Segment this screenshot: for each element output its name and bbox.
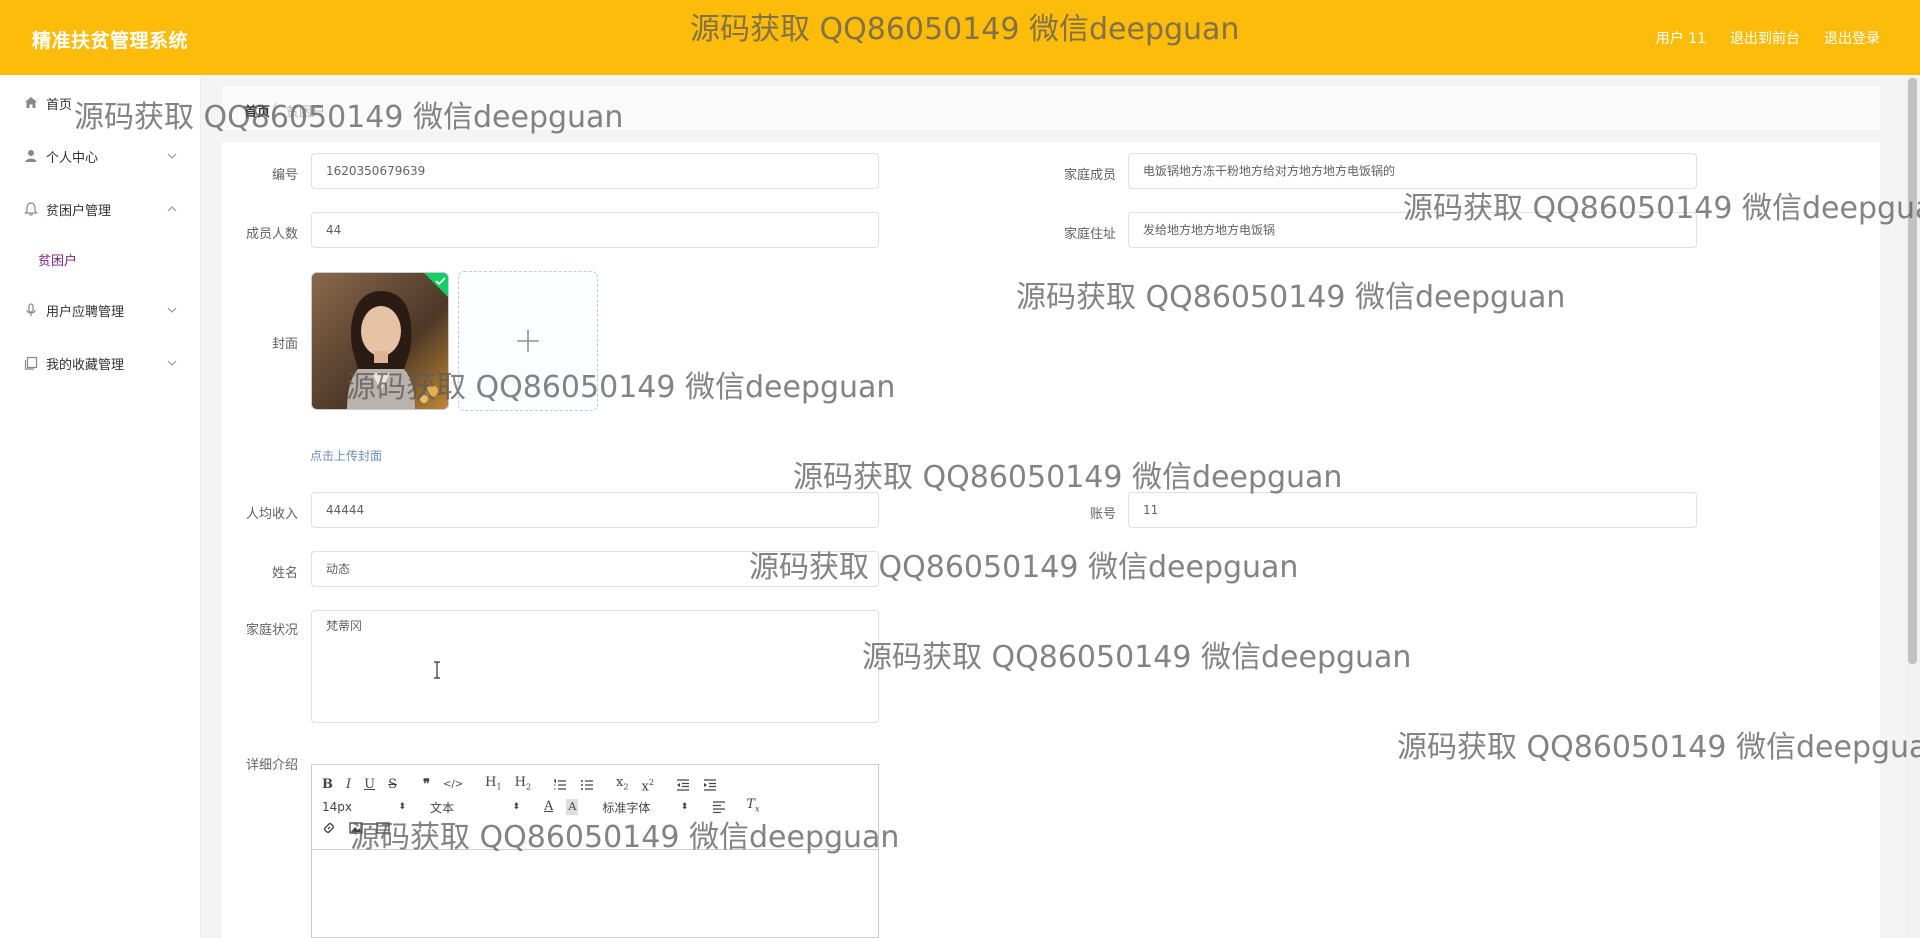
sidebar-item-job-applications[interactable]: 用户应聘管理 <box>0 290 200 330</box>
bullet-list-icon[interactable] <box>580 779 594 791</box>
chevron-down-icon <box>167 153 177 159</box>
breadcrumb-separator: / <box>272 101 277 116</box>
ordered-list-icon[interactable] <box>553 779 567 791</box>
income-input[interactable]: 44444 <box>311 492 879 528</box>
sidebar-item-personal[interactable]: 个人中心 <box>0 136 200 176</box>
page-scrollbar-thumb[interactable] <box>1908 78 1917 664</box>
chevron-down-icon <box>167 360 177 366</box>
select-arrows-icon: ⬍ <box>680 802 689 813</box>
app-title: 精准扶贫管理系统 <box>32 30 189 52</box>
header1-button[interactable]: H1 <box>485 775 501 796</box>
sidebar-item-label: 首页 <box>46 97 73 113</box>
name-label: 姓名 <box>271 566 298 581</box>
family-members-label: 家庭成员 <box>1063 168 1116 183</box>
sidebar-item-favorites[interactable]: 我的收藏管理 <box>0 343 200 383</box>
select-arrows-icon: ⬍ <box>398 802 406 813</box>
editor-toolbar-row1: B I U S ❞ </> H1 H2 x2 x2 <box>322 775 730 796</box>
address-label: 家庭住址 <box>1063 227 1116 242</box>
font-color-icon[interactable]: A <box>544 799 553 815</box>
income-label: 人均收入 <box>245 507 298 522</box>
family-members-input[interactable]: 电饭锅地方冻干粉地方给对方地方地方电饭锅的 <box>1128 153 1697 189</box>
bianhao-input[interactable]: 1620350679639 <box>311 153 879 189</box>
align-icon[interactable] <box>712 801 726 814</box>
header-user-link[interactable]: 用户 11 <box>1656 28 1706 48</box>
header-frontend-link[interactable]: 退出到前台 <box>1730 28 1800 48</box>
blockquote-button[interactable]: ❞ <box>423 777 430 793</box>
cover-thumbnail[interactable] <box>311 272 449 410</box>
member-count-label: 成员人数 <box>245 227 298 242</box>
cover-upload-button[interactable] <box>458 271 598 411</box>
sidebar: 首页 个人中心 贫困户管理 贫困户 用户应聘管理 我的收藏管理 <box>0 75 201 938</box>
italic-button[interactable]: I <box>346 777 351 793</box>
plus-icon <box>517 330 539 352</box>
home-icon <box>25 97 37 108</box>
breadcrumb: 首页 / 贫困户 <box>222 86 1880 130</box>
breadcrumb-current: 贫困户 <box>286 105 326 120</box>
background-color-icon[interactable]: A <box>566 799 579 816</box>
copy-icon <box>24 356 38 370</box>
underline-button[interactable]: U <box>364 777 375 793</box>
bell-icon <box>24 202 38 216</box>
sidebar-item-home[interactable]: 首页 <box>0 83 200 123</box>
address-input[interactable]: 发给地方地方地方电饭锅 <box>1128 212 1697 248</box>
cover-image <box>312 273 448 409</box>
strike-button[interactable]: S <box>388 777 397 793</box>
header2-button[interactable]: H2 <box>515 775 531 796</box>
font-size-select[interactable]: 14px ⬍ <box>322 800 406 814</box>
editor-content-area[interactable] <box>312 849 878 938</box>
bold-button[interactable]: B <box>322 777 333 793</box>
details-label: 详细介绍 <box>245 758 298 773</box>
sidebar-subitem-poor-household[interactable]: 贫困户 <box>0 241 200 277</box>
sidebar-item-poor-households[interactable]: 贫困户管理 <box>0 189 200 229</box>
paragraph-select[interactable]: 文本 ⬍ <box>430 799 520 816</box>
indent-icon[interactable] <box>703 779 717 791</box>
breadcrumb-home[interactable]: 首页 <box>244 101 270 120</box>
sidebar-item-label: 贫困户管理 <box>46 203 112 219</box>
image-icon[interactable] <box>349 821 363 835</box>
chevron-up-icon <box>167 206 177 212</box>
microphone-icon <box>26 303 36 316</box>
user-icon <box>25 150 37 162</box>
select-arrows-icon: ⬍ <box>512 802 520 813</box>
superscript-button[interactable]: x2 <box>641 775 653 795</box>
sidebar-item-label: 用户应聘管理 <box>46 304 125 320</box>
sidebar-subitem-label: 贫困户 <box>38 253 78 269</box>
link-icon[interactable] <box>322 821 336 835</box>
member-count-input[interactable]: 44 <box>311 212 879 248</box>
font-size-value: 14px <box>322 800 352 815</box>
account-input[interactable]: 11 <box>1128 492 1697 528</box>
sidebar-item-label: 个人中心 <box>46 150 99 166</box>
chevron-down-icon <box>167 307 177 313</box>
header-logout-link[interactable]: 退出登录 <box>1824 28 1880 48</box>
video-icon[interactable] <box>376 821 390 835</box>
cover-upload-link[interactable]: 点击上传封面 <box>310 447 382 464</box>
clear-format-icon[interactable]: Tx <box>746 797 759 818</box>
bianhao-label: 编号 <box>271 168 298 183</box>
family-status-label: 家庭状况 <box>245 623 298 638</box>
subscript-button[interactable]: x2 <box>616 775 628 796</box>
header-links: 用户 11 退出到前台 退出登录 <box>1656 28 1880 48</box>
paragraph-value: 文本 <box>430 800 455 815</box>
family-status-textarea[interactable]: 梵蒂冈 <box>311 610 879 723</box>
sidebar-item-label: 我的收藏管理 <box>46 357 125 373</box>
cover-label: 封面 <box>271 337 298 352</box>
account-label: 账号 <box>1089 507 1116 522</box>
top-header: 精准扶贫管理系统 用户 11 退出到前台 退出登录 <box>0 0 1920 75</box>
rich-text-editor: B I U S ❞ </> H1 H2 x2 x2 14px ⬍ 文本 ⬍ A … <box>311 764 879 938</box>
editor-toolbar-row3 <box>322 821 403 835</box>
outdent-icon[interactable] <box>676 779 690 791</box>
editor-toolbar-row2: 14px ⬍ 文本 ⬍ A A 标准字体 ⬍ Tx <box>322 797 773 818</box>
code-block-button[interactable]: </> <box>443 777 463 793</box>
font-family-select[interactable]: 标准字体 ⬍ <box>602 799 688 816</box>
name-input[interactable]: 动态 <box>311 551 879 587</box>
text-cursor-icon <box>434 661 440 679</box>
font-family-value: 标准字体 <box>602 800 651 815</box>
